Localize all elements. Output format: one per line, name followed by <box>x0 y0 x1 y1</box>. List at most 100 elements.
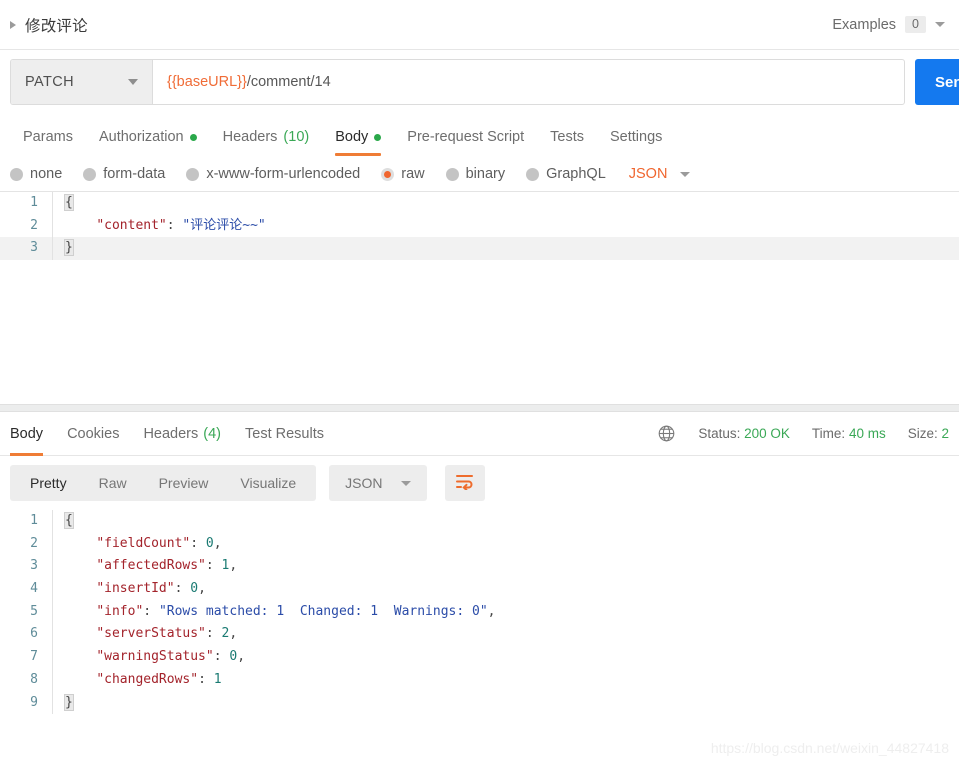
token-punc: : <box>205 558 222 574</box>
modified-dot-icon <box>189 133 197 141</box>
response-view-switcher: Pretty Raw Preview Visualize <box>10 465 317 501</box>
response-body-line: 1{ <box>0 510 959 533</box>
caret-down-icon <box>128 79 138 85</box>
status-group: Status: 200 OK <box>698 426 790 441</box>
view-raw[interactable]: Raw <box>83 465 143 501</box>
line-number: 1 <box>30 195 38 210</box>
body-format-select[interactable]: JSON <box>629 166 691 182</box>
tab-tests[interactable]: Tests <box>537 129 597 156</box>
code-text: { <box>52 192 959 215</box>
tab-count: (10) <box>283 129 310 145</box>
body-type-x-www-form-urlencoded[interactable]: x-www-form-urlencoded <box>186 166 360 182</box>
size-label: Size: <box>907 426 938 441</box>
url-bar: PATCH {{baseURL}}/comment/14 Send <box>0 50 959 114</box>
response-tab-body[interactable]: Body <box>10 412 55 456</box>
response-tab-headers[interactable]: Headers (4) <box>131 412 233 456</box>
tab-authorization[interactable]: Authorization <box>86 129 210 156</box>
token-key: "fieldCount" <box>96 535 191 551</box>
token-punc: { <box>64 512 74 529</box>
line-number: 5 <box>30 603 38 619</box>
radio-icon <box>83 167 97 181</box>
tab-headers[interactable]: Headers (10) <box>210 129 323 156</box>
line-number: 6 <box>30 626 38 642</box>
token-punc: , <box>213 535 222 551</box>
token-punc: : <box>143 603 159 619</box>
response-meta: Status: 200 OK Time: 40 ms Size: 2 <box>657 424 949 443</box>
code-text: "insertId": 0, <box>52 578 959 601</box>
line-number: 3 <box>30 558 38 574</box>
line-number: 7 <box>30 649 38 665</box>
token-punc: : <box>198 671 214 687</box>
request-header: 修改评论 Examples 0 <box>0 0 959 50</box>
body-type-label: none <box>30 166 63 182</box>
chevron-down-icon <box>400 480 411 486</box>
response-body-editor[interactable]: 1{2 "fieldCount": 0, 3 "affectedRows": 1,… <box>0 510 959 720</box>
body-type-form-data[interactable]: form-data <box>83 166 165 182</box>
tab-label: Body <box>335 129 369 145</box>
tab-params[interactable]: Params <box>10 129 86 156</box>
word-wrap-button[interactable] <box>444 465 485 501</box>
body-type-none[interactable]: none <box>10 166 62 182</box>
token-key: "content" <box>96 217 167 233</box>
code-text: "serverStatus": 2, <box>52 623 959 647</box>
response-tabs: Body Cookies Headers (4) Test Results <box>10 412 336 456</box>
token-punc: : <box>190 535 206 551</box>
response-tab-cookies[interactable]: Cookies <box>55 412 131 456</box>
body-type-raw[interactable]: raw <box>381 166 425 182</box>
method-selector[interactable]: PATCH <box>11 60 153 104</box>
url-input[interactable]: {{baseURL}}/comment/14 <box>153 60 904 104</box>
send-button[interactable]: Send <box>915 59 959 105</box>
token-punc <box>65 649 96 664</box>
view-preview[interactable]: Preview <box>143 465 225 501</box>
request-title-group[interactable]: 修改评论 <box>10 14 88 36</box>
response-body-line: 6 "serverStatus": 2, <box>0 623 959 647</box>
time-group: Time: 40 ms <box>812 426 886 441</box>
word-wrap-icon <box>455 473 474 493</box>
caret-right-icon[interactable] <box>10 20 16 29</box>
response-format-select[interactable]: JSON <box>329 465 427 501</box>
request-body-line: 3} <box>0 237 959 261</box>
tab-label: Params <box>23 129 73 145</box>
tab-pre-request-script[interactable]: Pre-request Script <box>394 129 537 156</box>
request-body-editor[interactable]: 1 {2 "content": "评论评论~~" 3} <box>0 191 959 404</box>
view-pretty[interactable]: Pretty <box>14 465 83 501</box>
radio-icon <box>526 167 540 181</box>
time-value: 40 ms <box>848 426 886 441</box>
response-tab-label: Body <box>10 425 44 442</box>
body-format-label: JSON <box>628 166 668 182</box>
page-title: 修改评论 <box>25 17 88 35</box>
globe-icon[interactable] <box>657 424 676 443</box>
token-key: "info" <box>96 603 144 619</box>
request-body-line: 2 "content": "评论评论~~" <box>0 214 959 238</box>
token-punc <box>65 626 96 641</box>
chevron-down-icon[interactable] <box>935 22 945 27</box>
time-label: Time: <box>811 426 846 441</box>
tab-label: Settings <box>609 129 663 145</box>
tab-body[interactable]: Body <box>322 129 394 156</box>
body-type-label: form-data <box>103 166 166 182</box>
line-number: 9 <box>30 694 38 710</box>
body-type-label: binary <box>465 166 506 182</box>
body-type-binary[interactable]: binary <box>445 166 506 182</box>
token-punc: : <box>205 626 222 642</box>
code-text: "info": "Rows matched: 1 Changed: 1 Warn… <box>52 600 959 624</box>
response-toolbar: Pretty Raw Preview Visualize JSON <box>0 456 959 510</box>
code-text: "content": "评论评论~~" <box>52 214 959 238</box>
view-visualize[interactable]: Visualize <box>224 465 312 501</box>
response-tab-test-results[interactable]: Test Results <box>233 412 336 456</box>
code-text: "fieldCount": 0, <box>52 532 959 556</box>
radio-icon <box>445 167 459 181</box>
line-number: 3 <box>30 240 38 256</box>
body-type-graphql[interactable]: GraphQL <box>526 166 606 182</box>
response-body-line: 2 "fieldCount": 0, <box>0 532 959 556</box>
line-number: 2 <box>30 535 38 551</box>
watermark: https://blog.csdn.net/weixin_44827418 <box>710 740 949 756</box>
tab-settings[interactable]: Settings <box>597 129 675 156</box>
status-value: 200 OK <box>744 426 790 441</box>
request-tabs: Params Authorization Headers (10) Body Pre-re… <box>0 114 959 156</box>
token-punc: { <box>64 194 74 211</box>
modified-dot-icon <box>374 133 382 141</box>
response-tab-label: Cookies <box>67 425 120 442</box>
token-key: "insertId" <box>96 581 175 597</box>
chevron-down-icon <box>680 171 691 177</box>
